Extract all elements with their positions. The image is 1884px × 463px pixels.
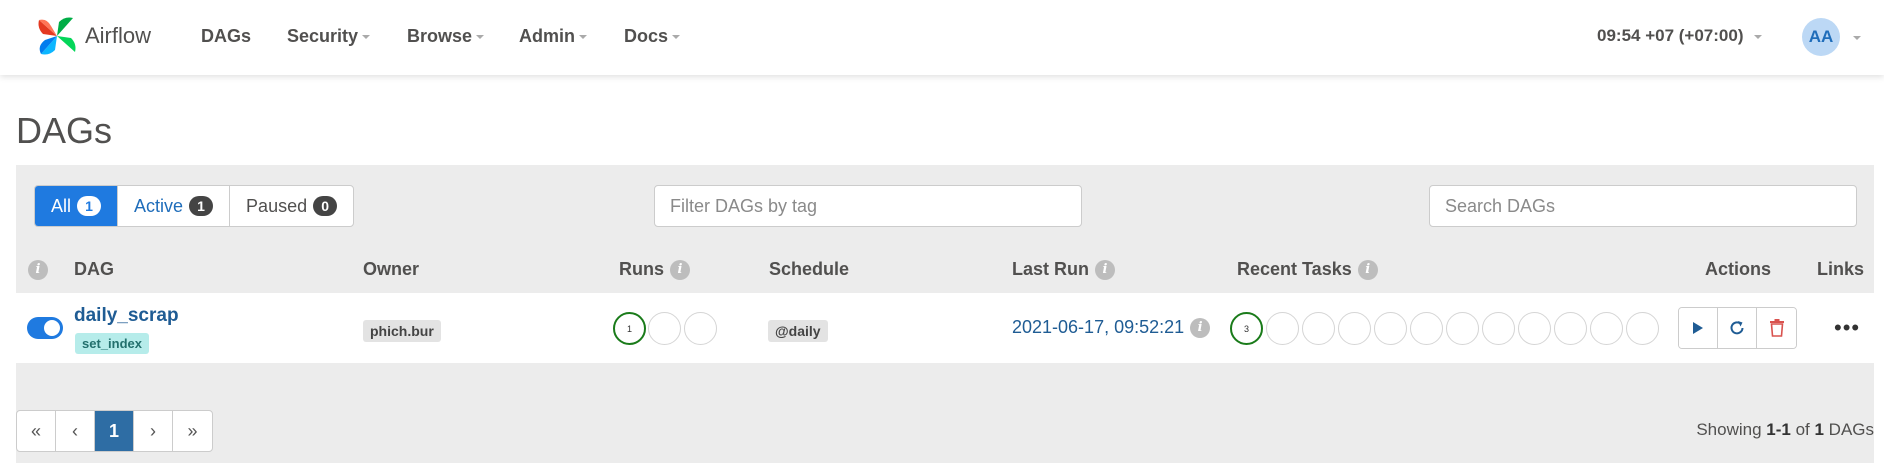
brand-link[interactable]: Airflow bbox=[33, 12, 151, 60]
header-actions: Actions bbox=[1705, 259, 1772, 279]
caret-down-icon bbox=[476, 35, 485, 40]
info-icon[interactable]: i bbox=[1190, 318, 1211, 339]
count-badge: 0 bbox=[313, 196, 338, 216]
refresh-icon bbox=[1730, 321, 1744, 335]
page-title: DAGs bbox=[16, 110, 113, 151]
actions-group bbox=[1678, 307, 1797, 349]
task-status-circle[interactable] bbox=[1338, 312, 1371, 345]
task-status-circle[interactable] bbox=[1302, 312, 1335, 345]
info-icon[interactable]: i bbox=[1095, 260, 1116, 281]
links-menu-icon[interactable]: ••• bbox=[1834, 315, 1860, 341]
user-avatar[interactable]: AA bbox=[1802, 18, 1840, 56]
refresh-dag-button[interactable] bbox=[1718, 308, 1757, 348]
header-owner[interactable]: Owner bbox=[363, 259, 419, 280]
run-status-failed[interactable] bbox=[684, 312, 717, 345]
header-runs: Runs i bbox=[619, 259, 690, 281]
task-status-circle[interactable] bbox=[1266, 312, 1299, 345]
caret-down-icon bbox=[1753, 34, 1762, 39]
nav-admin[interactable]: Admin bbox=[519, 26, 587, 47]
task-status-circle[interactable] bbox=[1554, 312, 1587, 345]
dag-id-link[interactable]: daily_scrap bbox=[74, 305, 179, 327]
dag-tag[interactable]: set_index bbox=[75, 333, 149, 354]
showing-count: Showing 1-1 of 1 DAGs bbox=[1696, 420, 1874, 439]
header-dag[interactable]: DAG bbox=[74, 259, 114, 280]
last-run-link[interactable]: 2021-06-17, 09:52:21 i bbox=[1012, 317, 1211, 339]
delete-dag-button[interactable] bbox=[1757, 308, 1796, 348]
brand-name: Airflow bbox=[85, 23, 152, 48]
task-status-circle[interactable] bbox=[1410, 312, 1443, 345]
run-status-success[interactable]: 1 bbox=[613, 312, 646, 345]
last-page-button[interactable]: » bbox=[173, 411, 212, 451]
task-status-circle[interactable] bbox=[1482, 312, 1515, 345]
info-icon[interactable]: i bbox=[670, 260, 690, 281]
timezone-clock[interactable]: 09:54 +07 (+07:00) bbox=[1597, 26, 1762, 46]
nav-security[interactable]: Security bbox=[287, 26, 371, 47]
filter-all-button[interactable]: All 1 bbox=[35, 186, 119, 226]
task-status-circle[interactable] bbox=[1374, 312, 1407, 345]
count-badge: 1 bbox=[77, 196, 102, 216]
top-navbar: Airflow DAGs Security Browse Admin Docs … bbox=[0, 0, 1884, 75]
toggle-info-icon[interactable]: i bbox=[28, 259, 48, 281]
header-recent-tasks: Recent Tasks i bbox=[1237, 259, 1378, 281]
trigger-dag-button[interactable] bbox=[1679, 308, 1718, 348]
run-status-running[interactable] bbox=[648, 312, 681, 345]
dags-panel: All1 Active1 Paused0 i DAG Owner Runsi S… bbox=[16, 165, 1874, 463]
header-last-run: Last Run i bbox=[1012, 259, 1116, 281]
task-status-circle[interactable]: 3 bbox=[1230, 312, 1263, 345]
dag-pause-toggle[interactable] bbox=[27, 317, 63, 339]
trash-icon bbox=[1769, 319, 1784, 337]
nav-dags[interactable]: DAGs bbox=[201, 26, 251, 47]
header-schedule: Schedule bbox=[769, 259, 850, 279]
schedule-badge[interactable]: @daily bbox=[768, 320, 828, 342]
prev-page-button[interactable]: ‹ bbox=[56, 411, 95, 451]
play-icon bbox=[1693, 322, 1703, 334]
task-status-circle[interactable] bbox=[1626, 312, 1659, 345]
filter-paused-button[interactable]: Paused 0 bbox=[230, 186, 353, 226]
caret-down-icon bbox=[672, 35, 681, 40]
first-page-button[interactable]: « bbox=[17, 411, 56, 451]
owner-badge[interactable]: phich.bur bbox=[363, 320, 441, 342]
nav-browse[interactable]: Browse bbox=[407, 26, 485, 47]
caret-down-icon[interactable] bbox=[1853, 36, 1861, 40]
header-links: Links bbox=[1817, 259, 1865, 279]
airflow-logo-icon bbox=[38, 17, 76, 55]
filter-active-button[interactable]: Active 1 bbox=[118, 186, 231, 226]
task-status-circle[interactable] bbox=[1590, 312, 1623, 345]
status-filter-group: All 1 Active 1 Paused 0 bbox=[34, 185, 355, 227]
task-status-circle[interactable] bbox=[1518, 312, 1551, 345]
page-1-button[interactable]: 1 bbox=[95, 411, 134, 451]
pagination: « ‹ 1 › » bbox=[16, 410, 213, 452]
caret-down-icon bbox=[362, 35, 371, 40]
next-page-button[interactable]: › bbox=[134, 411, 173, 451]
tag-filter-input[interactable] bbox=[654, 185, 1082, 227]
nav-docs[interactable]: Docs bbox=[624, 26, 681, 47]
table-row: daily_scrap set_index phich.bur 1 @daily… bbox=[16, 293, 1874, 363]
caret-down-icon bbox=[579, 35, 587, 40]
count-badge: 1 bbox=[189, 196, 214, 216]
search-dags-input[interactable] bbox=[1429, 185, 1857, 227]
info-icon[interactable]: i bbox=[1357, 260, 1378, 281]
task-status-circle[interactable] bbox=[1446, 312, 1479, 345]
